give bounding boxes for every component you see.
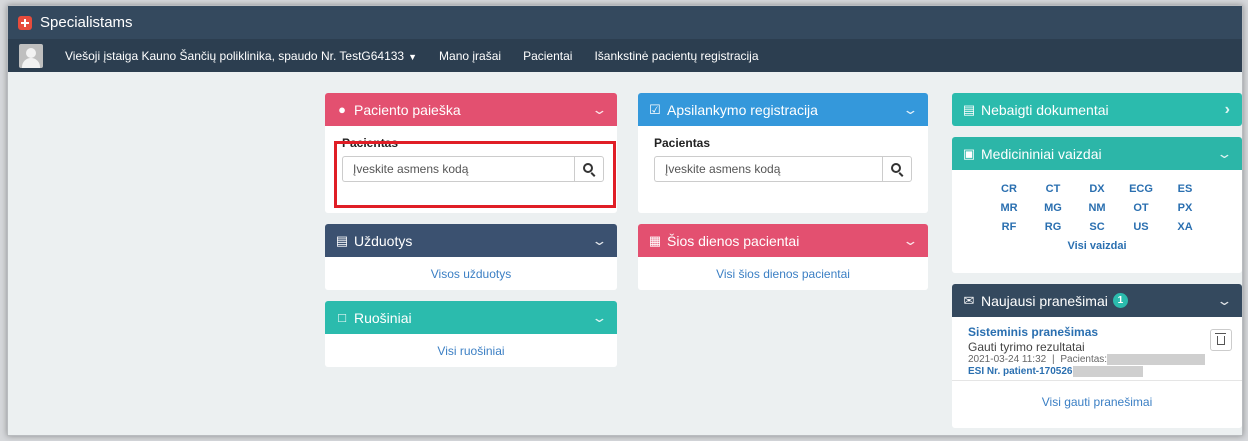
message-esi-label: ESI Nr. patient-170526 (968, 366, 1073, 378)
modality-link[interactable]: CT (1031, 183, 1075, 195)
caret-down-icon: ▼ (408, 51, 418, 62)
messages-panel: ✉ Naujausi pranešimai 1 ⌄ Sisteminis prane… (952, 284, 1242, 428)
file-icon: □ (338, 310, 346, 325)
tasks-panel: ▤ Užduotys ⌄ Visos užduotys (325, 224, 617, 290)
envelope-icon: ✉ (963, 292, 975, 308)
tasks-title: Užduotys (354, 232, 413, 249)
message-subtitle: Gauti tyrimo rezultatai (968, 340, 1085, 354)
modality-link[interactable]: US (1119, 221, 1163, 233)
all-today-patients-link[interactable]: Visi šios dienos pacientai (638, 257, 928, 281)
redacted-block (1107, 354, 1206, 365)
all-tasks-link[interactable]: Visos užduotys (325, 257, 617, 281)
modality-link[interactable]: ECG (1119, 183, 1163, 195)
all-drafts-link[interactable]: Visi ruošiniai (325, 334, 617, 358)
highlight-box (334, 141, 616, 208)
chevron-down-icon[interactable]: ⌄ (902, 102, 918, 118)
visit-registration-panel: ☑ Apsilankymo registracija ⌄ Pacientas (638, 93, 928, 213)
medical-images-title: Medicininiai vaizdai (981, 145, 1102, 162)
chevron-down-icon[interactable]: ⌄ (591, 102, 607, 118)
medical-images-panel: ▣ Medicininiai vaizdai ⌄ CR CT DX ECG ES … (952, 137, 1242, 273)
modality-link[interactable]: OT (1119, 202, 1163, 214)
modality-link[interactable]: MG (1031, 202, 1075, 214)
modality-link[interactable]: MR (987, 202, 1031, 214)
all-images-link[interactable]: Visi vaizdai (952, 233, 1242, 252)
document-icon: ▤ (962, 101, 976, 117)
chevron-down-icon[interactable]: ⌄ (902, 233, 918, 249)
unfinished-docs-panel: ▤ Nebaigti dokumentai › (952, 93, 1242, 126)
unfinished-docs-title: Nebaigti dokumentai (981, 101, 1109, 118)
message-title[interactable]: Sisteminis pranešimas (968, 325, 1232, 339)
tasks-header[interactable]: ▤ Užduotys ⌄ (325, 224, 617, 257)
today-patients-panel: ▦ Šios dienos pacientai ⌄ Visi šios dieno… (638, 224, 928, 290)
app-title-bar: Specialistams (8, 6, 1242, 39)
modality-link[interactable]: SC (1075, 221, 1119, 233)
search-icon (891, 163, 901, 173)
drafts-header[interactable]: □ Ruošiniai ⌄ (325, 301, 617, 334)
message-item: Sisteminis pranešimas Gauti tyrimo rezul… (952, 317, 1242, 381)
visit-search-group (654, 156, 912, 182)
chevron-down-icon[interactable]: ⌄ (591, 310, 607, 326)
user-icon: ● (338, 102, 346, 117)
modality-link[interactable]: XA (1163, 221, 1207, 233)
visit-registration-label: Pacientas (654, 136, 711, 150)
chevron-down-icon[interactable]: ⌄ (1216, 293, 1232, 309)
app-title: Specialistams (40, 14, 133, 31)
modality-link[interactable]: ES (1163, 183, 1207, 195)
modality-link[interactable]: RF (987, 221, 1031, 233)
visit-search-input[interactable] (654, 156, 882, 182)
chevron-down-icon[interactable]: ⌄ (591, 233, 607, 249)
medical-images-header[interactable]: ▣ Medicininiai vaizdai ⌄ (952, 137, 1242, 170)
calendar-icon: ▦ (648, 232, 662, 248)
institution-dropdown[interactable]: Viešoji įstaiga Kauno Šančių poliklinika… (65, 49, 417, 63)
main-navbar: Viešoji įstaiga Kauno Šančių poliklinika… (8, 39, 1242, 72)
modality-grid: CR CT DX ECG ES MR MG NM OT PX RF RG SC … (952, 170, 1242, 233)
drafts-title: Ruošiniai (354, 309, 412, 326)
nav-item-my-records[interactable]: Mano įrašai (439, 49, 501, 63)
avatar[interactable] (19, 43, 43, 68)
checkbox-icon: ☑ (649, 101, 661, 117)
visit-registration-header[interactable]: ☑ Apsilankymo registracija ⌄ (638, 93, 928, 126)
institution-label: Viešoji įstaiga Kauno Šančių poliklinika… (65, 48, 405, 63)
messages-title: Naujausi pranešimai (981, 292, 1108, 309)
message-patient-label: Pacientas: (1060, 354, 1108, 366)
nav-item-patients[interactable]: Pacientai (523, 49, 572, 63)
today-patients-header[interactable]: ▦ Šios dienos pacientai ⌄ (638, 224, 928, 257)
meta-separator: | (1052, 354, 1055, 366)
chevron-right-icon[interactable]: › (1225, 101, 1230, 119)
messages-header[interactable]: ✉ Naujausi pranešimai 1 ⌄ (952, 284, 1242, 317)
patient-search-title: Paciento paieška (354, 101, 461, 118)
patient-search-header[interactable]: ● Paciento paieška ⌄ (325, 93, 617, 126)
visit-search-button[interactable] (882, 156, 912, 182)
modality-link[interactable]: DX (1075, 183, 1119, 195)
browser-frame: Specialistams Viešoji įstaiga Kauno Šanč… (7, 5, 1243, 436)
message-esi[interactable]: ESI Nr. patient-170526 (968, 366, 1232, 378)
messages-count-badge: 1 (1112, 293, 1128, 308)
all-messages-link[interactable]: Visi gauti pranešimai (952, 381, 1242, 409)
message-meta: 2021-03-24 11:32 | Pacientas: (968, 354, 1232, 366)
unfinished-docs-header[interactable]: ▤ Nebaigti dokumentai › (952, 93, 1242, 126)
modality-link[interactable]: PX (1163, 202, 1207, 214)
modality-link[interactable]: NM (1075, 202, 1119, 214)
medical-cross-icon (18, 15, 32, 30)
list-icon: ▤ (335, 232, 349, 248)
trash-icon[interactable] (1210, 329, 1232, 351)
today-patients-title: Šios dienos pacientai (667, 232, 800, 249)
drafts-panel: □ Ruošiniai ⌄ Visi ruošiniai (325, 301, 617, 367)
modality-link[interactable]: RG (1031, 221, 1075, 233)
modality-link[interactable]: CR (987, 183, 1031, 195)
redacted-block (1072, 366, 1143, 378)
image-icon: ▣ (962, 145, 976, 161)
message-date: 2021-03-24 11:32 (968, 354, 1047, 366)
nav-item-preregistration[interactable]: Išankstinė pacientų registracija (594, 49, 758, 63)
chevron-down-icon[interactable]: ⌄ (1216, 146, 1232, 162)
visit-registration-title: Apsilankymo registracija (667, 101, 818, 118)
